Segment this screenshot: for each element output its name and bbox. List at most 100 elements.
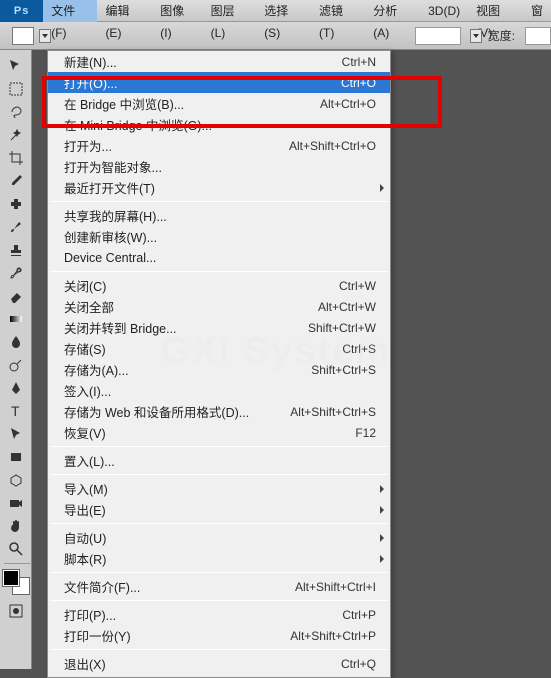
menu-item-34[interactable]: 退出(X)Ctrl+Q [48,653,390,674]
gradient-tool[interactable] [2,308,30,330]
menu-item-shortcut: Alt+Ctrl+O [320,97,376,111]
menu-0[interactable]: 文件(F) [43,0,97,22]
path-select-tool[interactable] [2,423,30,445]
menu-item-shortcut: Ctrl+Q [341,657,376,671]
menu-item-27[interactable]: 脚本(R) [48,548,390,569]
menu-item-label: 导出(E) [64,500,376,519]
pen-tool[interactable] [2,377,30,399]
menu-item-shortcut: Ctrl+S [342,342,376,356]
menu-item-24[interactable]: 导出(E) [48,499,390,520]
menu-item-shortcut: Ctrl+O [341,76,376,90]
tool-divider [4,563,32,564]
quickmask-tool[interactable] [2,600,30,622]
menu-item-label: 关闭全部 [64,297,318,316]
menu-4[interactable]: 选择(S) [256,0,311,22]
menu-separator [50,649,388,650]
menu-item-label: 存储(S) [64,339,342,358]
opt-dropdown-1[interactable] [39,29,51,43]
history-brush-tool[interactable] [2,262,30,284]
menu-7[interactable]: 3D(D) [420,0,468,22]
stamp-tool[interactable] [2,239,30,261]
foreground-color[interactable] [3,570,19,586]
menu-item-label: 在 Bridge 中浏览(B)... [64,94,320,113]
opt-dropdown-2[interactable] [470,29,482,43]
menu-item-label: 共享我的屏幕(H)... [64,206,376,225]
menu-item-label: 签入(I)... [64,381,376,400]
eraser-tool[interactable] [2,285,30,307]
menu-item-label: 关闭并转到 Bridge... [64,318,308,337]
menu-item-label: 新建(N)... [64,52,342,71]
menu-8[interactable]: 视图(V) [468,0,523,22]
menu-2[interactable]: 图像(I) [152,0,202,22]
move-tool[interactable] [2,55,30,77]
menu-item-9[interactable]: 创建新审核(W)... [48,226,390,247]
menu-9[interactable]: 窗 [523,0,551,22]
menu-item-6[interactable]: 最近打开文件(T) [48,177,390,198]
menu-item-19[interactable]: 恢复(V)F12 [48,422,390,443]
hand-tool[interactable] [2,515,30,537]
menu-item-shortcut: Alt+Shift+Ctrl+P [290,629,376,643]
workspace: T 新建(N)...Ctrl+N打开(O)...Ctrl+O在 Bridge 中… [0,50,551,669]
menu-5[interactable]: 滤镜(T) [311,0,365,22]
eyedropper-tool[interactable] [2,170,30,192]
type-tool[interactable]: T [2,400,30,422]
menu-item-1[interactable]: 打开(O)...Ctrl+O [48,72,390,93]
zoom-tool[interactable] [2,538,30,560]
heal-tool[interactable] [2,193,30,215]
blur-tool[interactable] [2,331,30,353]
lasso-tool[interactable] [2,101,30,123]
menu-item-4[interactable]: 打开为...Alt+Shift+Ctrl+O [48,135,390,156]
menu-item-label: 退出(X) [64,654,341,673]
menu-item-3[interactable]: 在 Mini Bridge 中浏览(G)... [48,114,390,135]
menu-item-label: 导入(M) [64,479,376,498]
wand-tool[interactable] [2,124,30,146]
dodge-tool[interactable] [2,354,30,376]
menu-separator [50,446,388,447]
menu-item-26[interactable]: 自动(U) [48,527,390,548]
menu-item-16[interactable]: 存储为(A)...Shift+Ctrl+S [48,359,390,380]
3d-tool[interactable] [2,469,30,491]
menu-separator [50,572,388,573]
menu-item-13[interactable]: 关闭全部Alt+Ctrl+W [48,296,390,317]
rectangle-tool[interactable] [2,446,30,468]
menu-item-5[interactable]: 打开为智能对象... [48,156,390,177]
menu-item-shortcut: Ctrl+P [342,608,376,622]
menu-item-29[interactable]: 文件简介(F)...Alt+Shift+Ctrl+I [48,576,390,597]
menu-item-0[interactable]: 新建(N)...Ctrl+N [48,51,390,72]
menu-separator [50,271,388,272]
menu-item-2[interactable]: 在 Bridge 中浏览(B)...Alt+Ctrl+O [48,93,390,114]
menu-item-15[interactable]: 存储(S)Ctrl+S [48,338,390,359]
menu-1[interactable]: 编辑(E) [97,0,152,22]
3d-camera-tool[interactable] [2,492,30,514]
menu-item-10[interactable]: Device Central... [48,247,390,268]
menu-item-label: 打开(O)... [64,73,341,92]
menu-item-label: 最近打开文件(T) [64,178,376,197]
menu-item-shortcut: Shift+Ctrl+S [311,363,376,377]
menu-6[interactable]: 分析(A) [365,0,420,22]
menu-item-8[interactable]: 共享我的屏幕(H)... [48,205,390,226]
menu-item-14[interactable]: 关闭并转到 Bridge...Shift+Ctrl+W [48,317,390,338]
crop-tool[interactable] [2,147,30,169]
menu-item-17[interactable]: 签入(I)... [48,380,390,401]
menu-item-shortcut: Ctrl+N [342,55,376,69]
menu-item-32[interactable]: 打印一份(Y)Alt+Shift+Ctrl+P [48,625,390,646]
menu-3[interactable]: 图层(L) [203,0,257,22]
menu-item-23[interactable]: 导入(M) [48,478,390,499]
svg-text:T: T [11,403,20,419]
opt-field-right[interactable] [415,27,461,45]
menu-item-label: 打印一份(Y) [64,626,290,645]
menu-item-label: 打开为... [64,136,289,155]
menu-item-18[interactable]: 存储为 Web 和设备所用格式(D)...Alt+Shift+Ctrl+S [48,401,390,422]
brush-tool[interactable] [2,216,30,238]
menu-item-21[interactable]: 置入(L)... [48,450,390,471]
menu-item-12[interactable]: 关闭(C)Ctrl+W [48,275,390,296]
width-field[interactable] [525,27,551,45]
marquee-tool[interactable] [2,78,30,100]
menu-item-shortcut: Alt+Shift+Ctrl+O [289,139,376,153]
color-swatches[interactable] [3,570,29,594]
opt-swatch[interactable] [12,27,34,45]
menu-item-label: 关闭(C) [64,276,339,295]
menu-item-31[interactable]: 打印(P)...Ctrl+P [48,604,390,625]
menu-item-label: 置入(L)... [64,451,376,470]
menu-item-label: Device Central... [64,251,376,265]
